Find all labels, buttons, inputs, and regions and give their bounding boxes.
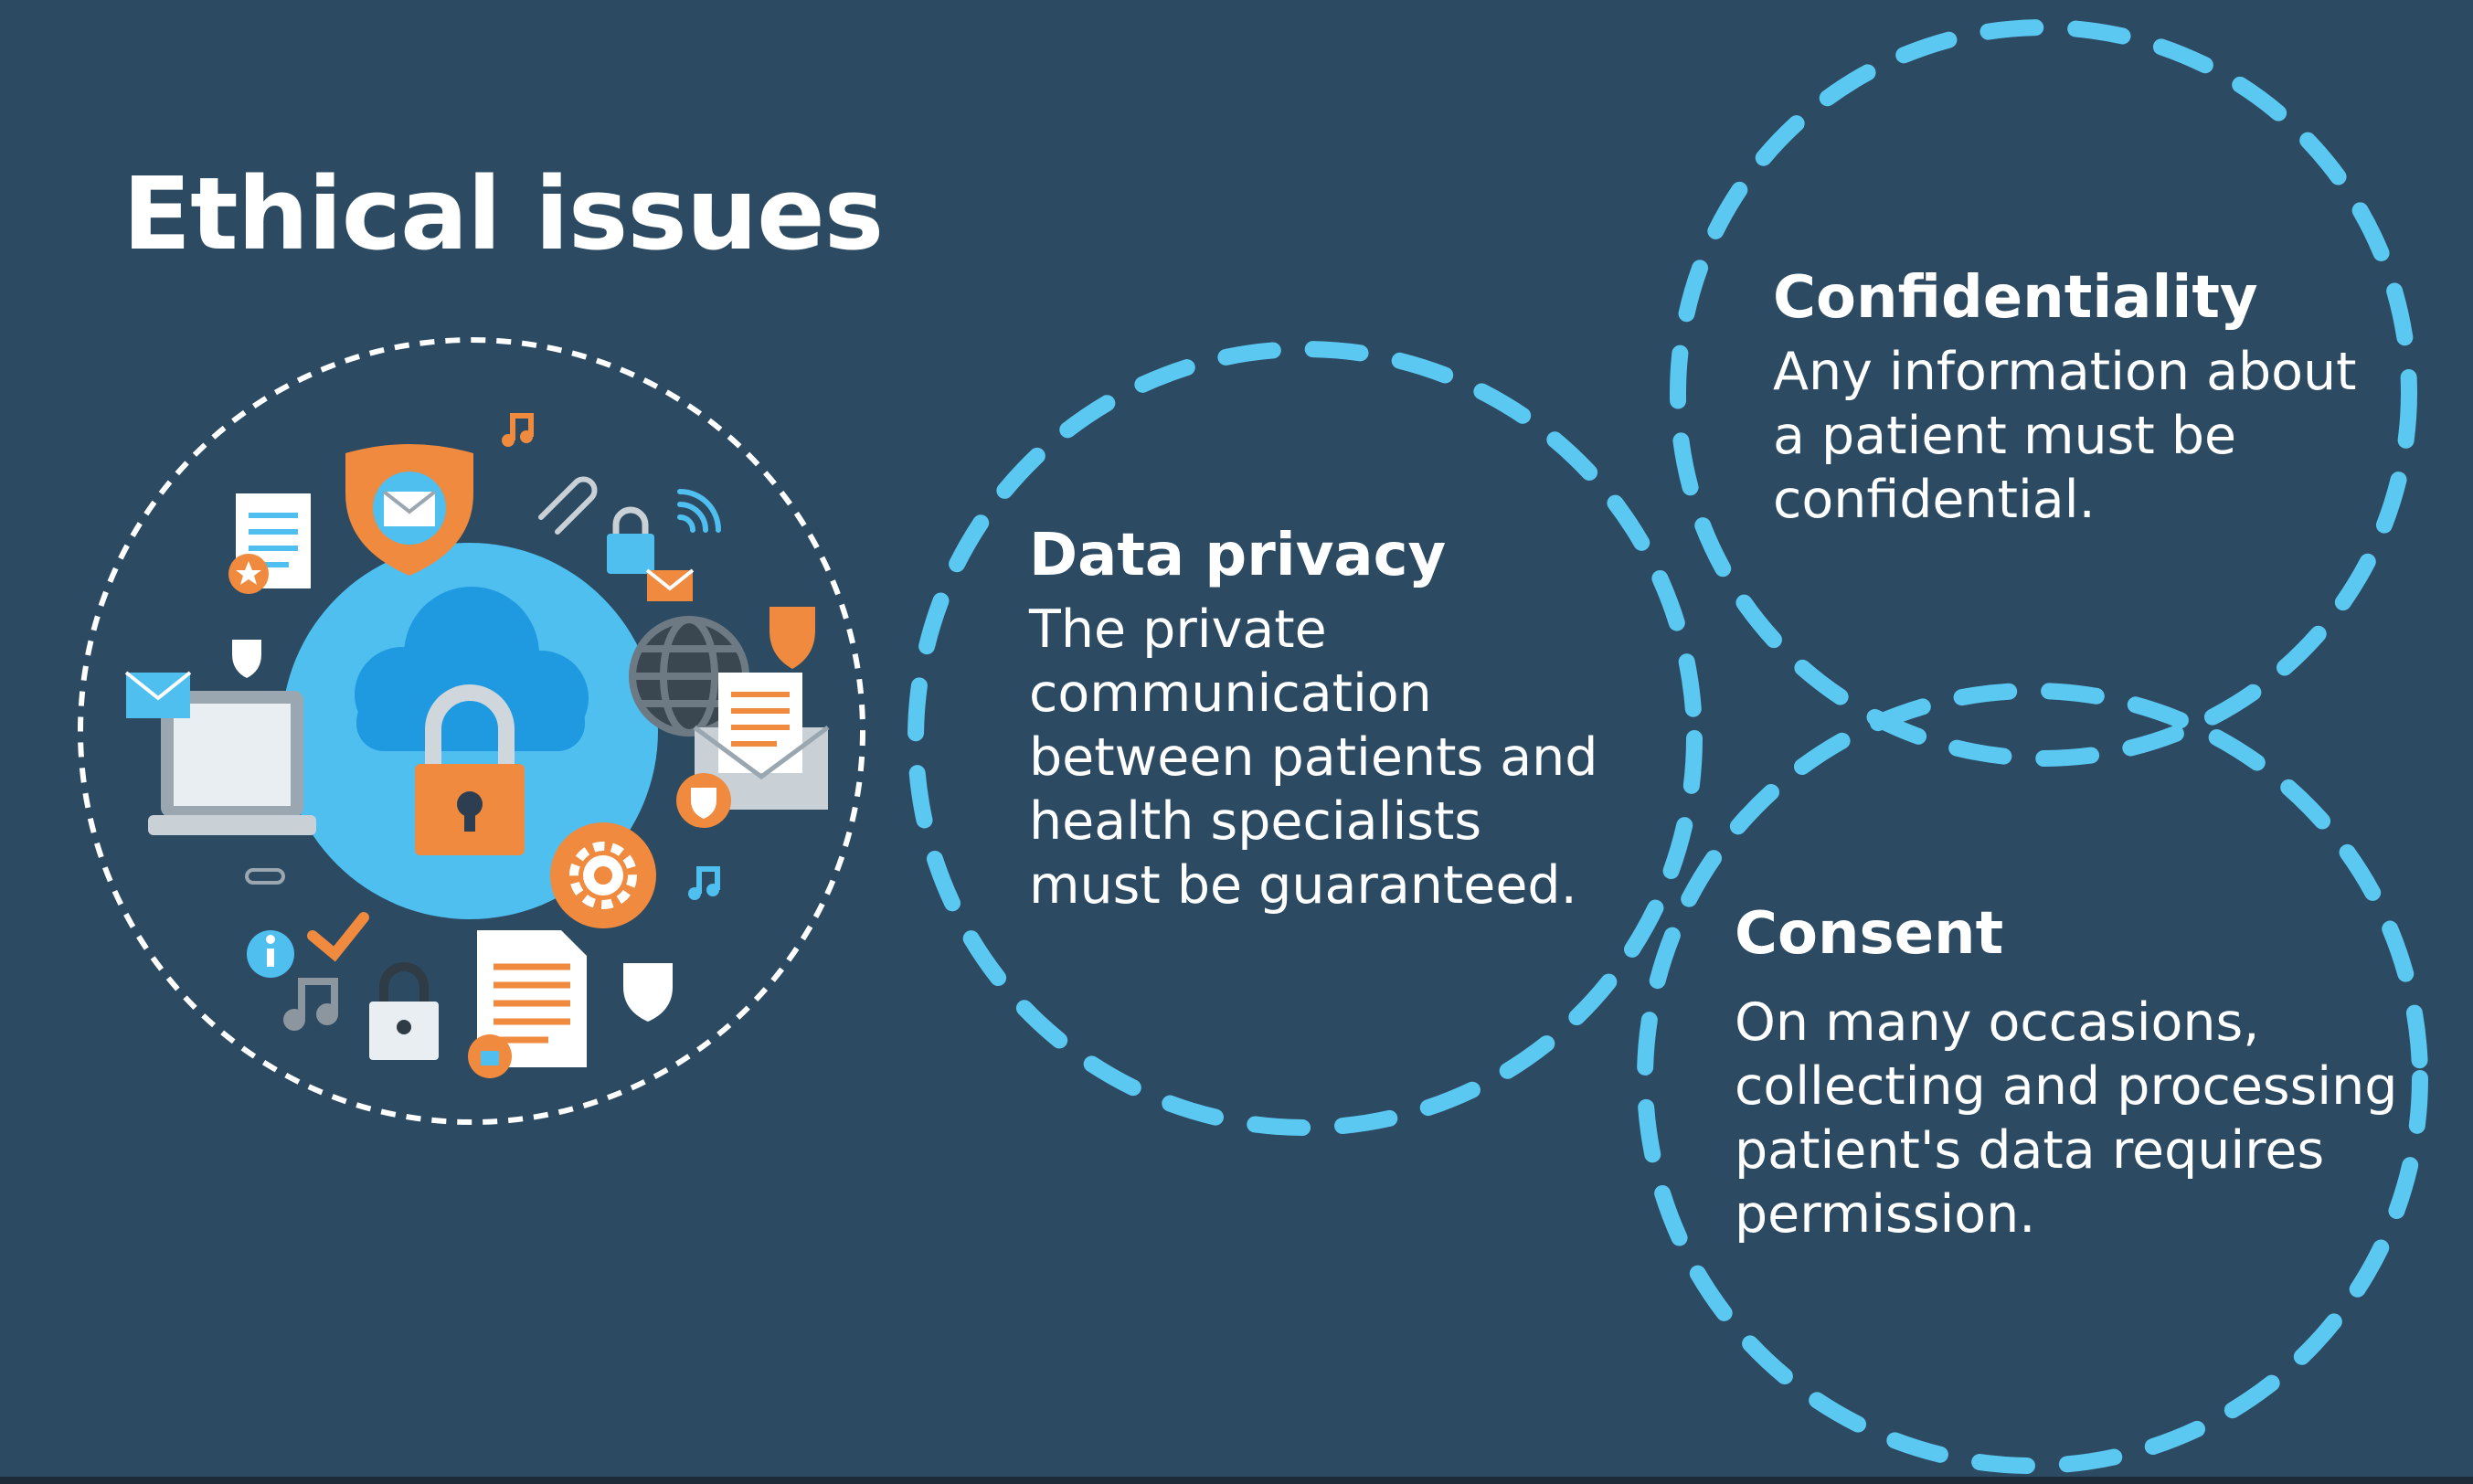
orange-shield-icon: [769, 607, 815, 669]
topic-confidentiality: Confidentiality Any information about a …: [1773, 261, 2357, 532]
topic-line: The private: [1029, 599, 1327, 660]
gear-icon: [550, 822, 656, 928]
topic-line: collecting and processing: [1735, 1056, 2398, 1117]
topic-line: health specialists: [1029, 791, 1482, 852]
document-bottom-icon: [468, 930, 587, 1078]
topic-line: communication: [1029, 663, 1432, 724]
wifi-icon: [677, 489, 721, 533]
topic-line: patient's data requires: [1735, 1120, 2325, 1181]
info-icon: [247, 930, 294, 978]
topic-body: Any information about a patient must be …: [1773, 340, 2357, 532]
checkmark-icon: [307, 912, 369, 962]
small-shield-icon: [232, 640, 261, 678]
topic-heading: Data privacy: [1029, 522, 1447, 589]
shield-bottom-icon: [623, 963, 673, 1022]
topic-line: Any information about: [1773, 342, 2357, 402]
topic-line: must be guaranteed.: [1029, 855, 1577, 916]
page-title: Ethical issues: [122, 155, 884, 272]
topic-body: On many occasions, collecting and proces…: [1735, 991, 2397, 1246]
topic-line: permission.: [1735, 1184, 2036, 1245]
topic-body: The private communication between patien…: [1029, 598, 1598, 917]
topic-line: On many occasions,: [1735, 992, 2260, 1053]
paperclip-icon: [538, 476, 598, 535]
document-star-icon: [228, 493, 311, 594]
envelope-icon: [124, 671, 192, 718]
topic-data-privacy: Data privacy The private communication b…: [1029, 519, 1598, 917]
topic-heading: Confidentiality: [1773, 264, 2258, 332]
topic-line: between patients and: [1029, 727, 1598, 788]
small-envelope-icon: [645, 568, 695, 601]
music-note-grey-icon: [283, 978, 338, 1031]
topic-line: a patient must be: [1773, 406, 2237, 466]
music-note-blue-icon: [688, 866, 720, 900]
bottom-bar: [0, 1477, 2473, 1484]
topic-heading: Consent: [1735, 900, 2004, 968]
music-note-icon: [502, 413, 534, 447]
small-padlock-icon: [607, 506, 654, 574]
padlock-white-icon: [369, 962, 439, 1060]
topic-line: confidential.: [1773, 470, 2096, 530]
small-clip-icon: [245, 868, 285, 885]
topic-consent: Consent On many occasions, collecting an…: [1735, 897, 2397, 1246]
